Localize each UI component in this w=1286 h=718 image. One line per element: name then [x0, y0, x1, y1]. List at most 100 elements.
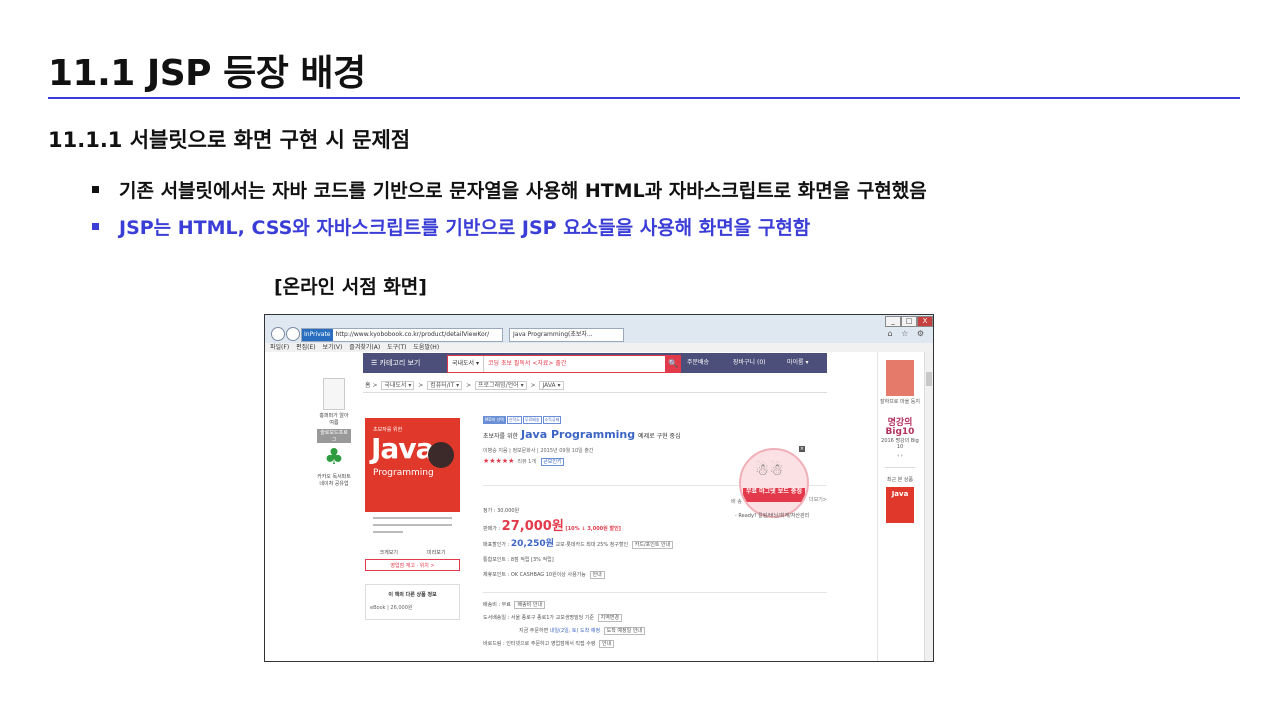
- extra-point-row: 제휴포인트 : OK CASHBAG 10원이상 사용가능 안내: [483, 568, 673, 583]
- side-tree-caption: 카카오 독서파트 네이처 공유업: [317, 474, 351, 487]
- book-cover[interactable]: 초보자를 위한 Java Programming: [365, 418, 460, 546]
- point-row: 통합포인트 : 8점 적립 [3% 적립]: [483, 557, 554, 563]
- inprivate-badge: InPrivate: [302, 329, 333, 341]
- bullet-item-highlight: JSP는 HTML, CSS와 자바스크립트를 기반으로 JSP 요소들을 사용…: [92, 213, 810, 240]
- promo-circle[interactable]: ☃☃ 무료 마그넷 보드 증정: [739, 448, 809, 518]
- pickup-chip[interactable]: 안내: [599, 640, 615, 648]
- sale-price: 27,000원: [501, 519, 564, 534]
- page-scrollbar[interactable]: [924, 352, 933, 661]
- carousel-arrows-icon[interactable]: ‹ ›: [878, 453, 922, 459]
- cover-badge: [428, 442, 454, 468]
- scrollbar-thumb[interactable]: [926, 372, 932, 386]
- bullet-item: 기존 서블릿에서는 자바 코드를 기반으로 문자열을 사용해 HTML과 자바스…: [92, 176, 927, 203]
- shipping-chip[interactable]: 배송비 안내: [514, 601, 546, 609]
- book-title-main: Java Programming: [521, 428, 636, 441]
- browser-menubar: 파일(F) 편집(E) 보기(V) 즐겨찾기(A) 도구(T) 도움말(H): [265, 343, 933, 352]
- pickup-text: 바로드림 : 인터넷으로 주문하고 영업점에서 직접 수령: [483, 641, 596, 647]
- sale-discount: [10% ↓ 3,000원 할인]: [565, 526, 621, 532]
- shipping-row: 배송비 : 무료 배송비 안내: [483, 599, 645, 612]
- tag: 소득공제: [542, 416, 562, 424]
- breadcrumb-item[interactable]: 국내도서 ▾: [381, 381, 415, 390]
- browser-toolbar-icons[interactable]: ⌂ ☆ ⚙: [887, 329, 927, 338]
- tag: 무료배송: [522, 416, 542, 424]
- promo-characters: ☃☃: [755, 460, 784, 479]
- tag: MD의 선택: [483, 416, 506, 424]
- minimize-button[interactable]: _: [885, 316, 901, 327]
- side-book-thumbnail[interactable]: [323, 378, 345, 410]
- section-divider: [483, 592, 827, 593]
- delivery-date-chip[interactable]: 도착 예정일 안내: [603, 627, 646, 635]
- search-icon[interactable]: 🔍: [665, 355, 681, 373]
- right-book-thumbnail[interactable]: [886, 360, 914, 396]
- browser-tab[interactable]: Java Programming(초보자...: [509, 328, 624, 342]
- preview-link[interactable]: 미리보기: [427, 549, 445, 556]
- bullet-text: JSP는 HTML, CSS와 자바스크립트를 기반으로 JSP 요소들을 사용…: [119, 217, 811, 239]
- cover-actions: 크게보기 미리보기: [365, 549, 460, 556]
- promo-side-label: 배 송: [731, 499, 742, 505]
- maximize-button[interactable]: □: [901, 316, 917, 327]
- promo-banner: 무료 마그넷 보드 증정: [743, 488, 805, 502]
- review-count[interactable]: 리뷰 1개: [517, 459, 536, 465]
- address-bar[interactable]: InPrivate http://www.kyobobook.co.kr/prod…: [301, 328, 503, 342]
- recent-book-thumbnail[interactable]: Java: [886, 487, 914, 523]
- side-badge[interactable]: 슬로보드프로그: [317, 429, 351, 443]
- breadcrumb-item[interactable]: 컴퓨터/IT ▾: [427, 381, 463, 390]
- cover-java-text: Java: [371, 432, 434, 465]
- delivery2-text: 지금 주문하면: [519, 628, 549, 634]
- menu-favorites[interactable]: 즐겨찾기(A): [349, 344, 380, 351]
- promo-more-link[interactable]: 더보기>: [809, 496, 827, 503]
- right-divider: [885, 467, 915, 468]
- left-side-banner: 홍퍼퍼가 알아 여름 슬로보드프로그 ♣ 카카오 독서파트 네이처 공유업: [317, 376, 351, 496]
- forward-icon[interactable]: [286, 327, 300, 341]
- bullet-text: 기존 서블릿에서는 자바 코드를 기반으로 문자열을 사용해 HTML과 자바스…: [119, 180, 927, 202]
- member-price: 20,250원: [510, 539, 554, 549]
- store-page: ☰ 카테고리 보기 국내도서 ▾ 코딩 초보 필독서 <자료> 출간 🔍 주문배송…: [265, 352, 925, 661]
- region-change-chip[interactable]: 지역변경: [597, 614, 623, 622]
- category-button[interactable]: ☰ 카테고리 보기: [363, 353, 443, 373]
- nav-orders[interactable]: 주문배송: [687, 353, 709, 373]
- delivery-date: 내일(2일, 토) 도착 예정: [549, 628, 601, 634]
- address-text: http://www.kyobobook.co.kr/product/detai…: [335, 331, 490, 338]
- menu-tools[interactable]: 도구(T): [387, 344, 406, 351]
- store-header: ☰ 카테고리 보기 국내도서 ▾ 코딩 초보 필독서 <자료> 출간 🔍 주문배송…: [363, 353, 827, 373]
- figure-caption: [온라인 서점 화면]: [274, 276, 427, 298]
- bullet-marker: [92, 186, 99, 193]
- back-icon[interactable]: [271, 327, 285, 341]
- bigten-caption: 2016 명강의 Big 10: [881, 438, 919, 450]
- side-book-caption: 홍퍼퍼가 알아 여름: [319, 413, 349, 426]
- nav-cart[interactable]: 장바구니 (0): [733, 353, 766, 373]
- product-tags: MD의 선택 신작도 무료배송 소득공제: [483, 416, 562, 424]
- extra-point-text: 제휴포인트 : OK CASHBAG 10원이상 사용가능: [483, 572, 586, 578]
- card-info-chip[interactable]: 카드/포인트 안내: [631, 541, 674, 549]
- book-author-info: 이병승 지음 | 정보문화사 | 2015년 09월 10일 출간: [483, 448, 594, 454]
- right-sidebar: 잘하므로 마을 둥지 명강의 Big10 2016 명강의 Big 10 ‹ ›…: [877, 352, 922, 661]
- sale-price-row: 판매가 : 27,000원 [10% ↓ 3,000원 할인]: [483, 519, 673, 537]
- breadcrumb-home[interactable]: 홈: [365, 382, 371, 389]
- menu-edit[interactable]: 편집(E): [296, 344, 316, 351]
- pickup-row: 바로드림 : 인터넷으로 주문하고 영업점에서 직접 수령 안내: [483, 638, 645, 651]
- zoom-link[interactable]: 크게보기: [380, 549, 398, 556]
- menu-help[interactable]: 도움말(H): [413, 344, 439, 351]
- star-rating-icon: ★★★★★: [483, 457, 515, 465]
- menu-view[interactable]: 보기(V): [323, 344, 343, 351]
- promo-sub-text[interactable]: - Ready? 칼림/버닝/회계/자산관리: [735, 512, 809, 519]
- breadcrumb-item[interactable]: JAVA ▾: [539, 381, 564, 390]
- book-title: 초보자를 위한 Java Programming 예제로 구현 중심: [483, 428, 681, 441]
- breadcrumb-item[interactable]: 프로그래밍/언어 ▾: [475, 381, 527, 390]
- right-book-caption: 잘하므로 마을 둥지: [880, 399, 920, 405]
- search-scope[interactable]: 국내도서 ▾: [448, 356, 484, 372]
- menu-file[interactable]: 파일(F): [270, 344, 289, 351]
- tree-icon: ♣: [324, 445, 344, 470]
- delivery-row-2: 지금 주문하면 내일(2일, 토) 도착 예정 도착 예정일 안내: [483, 625, 646, 638]
- other-product-row[interactable]: eBook | 26,000원: [366, 598, 459, 611]
- other-product-title: 이 책의 다른 상품 정보: [388, 592, 437, 598]
- extra-point-chip[interactable]: 안내: [589, 571, 605, 579]
- bigten-title[interactable]: 명강의 Big10: [878, 419, 922, 437]
- close-button[interactable]: X: [917, 316, 933, 327]
- rating-chip[interactable]: 큰보인키: [541, 458, 564, 466]
- close-icon[interactable]: ×: [799, 446, 805, 452]
- nav-myroom[interactable]: 마이룸 ▾: [787, 353, 808, 373]
- other-product-box: 이 책의 다른 상품 정보 eBook | 26,000원: [365, 584, 460, 620]
- search-input[interactable]: 국내도서 ▾ 코딩 초보 필독서 <자료> 출간: [447, 355, 667, 373]
- store-stock-button[interactable]: 영업점 재고 · 위치 >: [365, 559, 460, 571]
